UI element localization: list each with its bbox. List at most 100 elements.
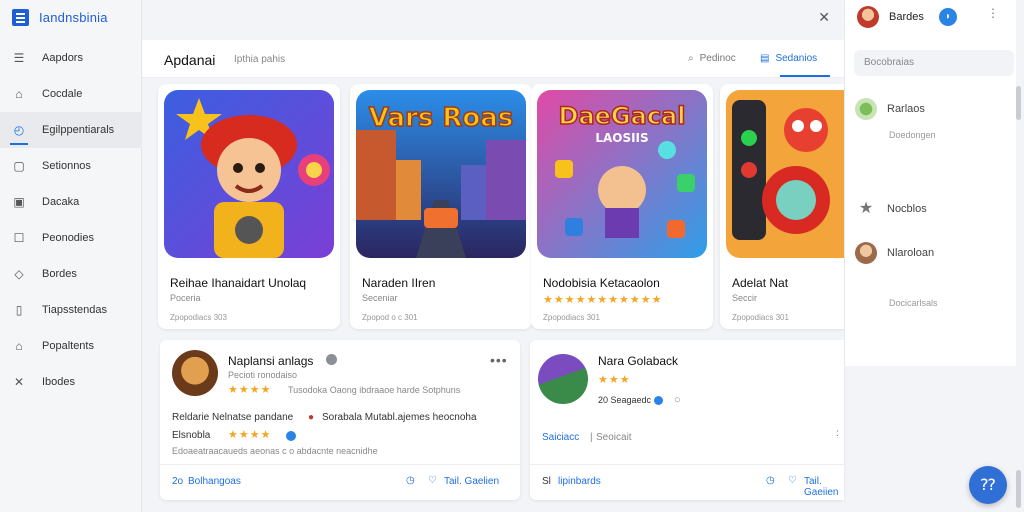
tag-link-1[interactable]: Saiciacc: [542, 432, 579, 443]
panel-search-input[interactable]: Bocobraias: [854, 50, 1014, 76]
sidebar-item-label: Setionnos: [42, 160, 91, 172]
sidebar-item-9[interactable]: ✕ Ibodes: [0, 364, 142, 400]
main-content: Reihae Ihanaidart Unolaq Poceria Zpopodi…: [142, 78, 844, 512]
menu-icon: ☰: [13, 51, 25, 65]
panel-item-label: Rarlaos: [887, 103, 925, 115]
more-options-icon[interactable]: ⋮: [987, 6, 1000, 20]
game-card-4[interactable]: Adelat Nat Seccir Zpopodiacs 301: [720, 84, 844, 329]
review-title: Nara Golaback: [598, 354, 679, 368]
divider: [160, 464, 520, 465]
more-options-icon[interactable]: •••: [490, 352, 508, 368]
game-category: Seccir: [732, 293, 758, 303]
file-icon: ▯: [15, 303, 23, 317]
heart-icon[interactable]: ♡: [788, 475, 797, 486]
game-card-3[interactable]: DaeGacal LAOSIIS Nodobisia Ketacaolon ★★…: [531, 84, 713, 329]
sidebar-item-3[interactable]: ▢ Setionnos: [0, 148, 142, 184]
calendar-icon: ▤: [760, 53, 770, 64]
game-title: Naraden IIren: [362, 276, 436, 290]
sidebar-item-0[interactable]: ☰ Aapdors: [0, 40, 142, 76]
app-logo-icon: [12, 9, 29, 26]
sidebar-item-8[interactable]: ⌂ Popaltents: [0, 328, 142, 364]
heart-icon[interactable]: ♡: [428, 475, 437, 486]
compass-icon: ◴: [13, 123, 25, 137]
user-avatar: [857, 6, 879, 28]
user-profile[interactable]: Bardes: [857, 6, 924, 28]
close-icon[interactable]: ✕: [818, 9, 830, 26]
app-window: Iandnsbinia ☰ Aapdors ⌂ Cocdale ◴ Egilpp…: [0, 0, 1024, 512]
sidebar: Iandnsbinia ☰ Aapdors ⌂ Cocdale ◴ Egilpp…: [0, 0, 142, 512]
review-rating-text: Tusodoka Oaong ibdraaoe harde Sotphuns: [288, 385, 461, 395]
brand[interactable]: Iandnsbinia: [12, 9, 108, 26]
more-options-icon[interactable]: :: [836, 428, 840, 439]
sidebar-item-label: Aapdors: [42, 52, 83, 64]
game-card-1[interactable]: Reihae Ihanaidart Unolaq Poceria Zpopodi…: [158, 84, 340, 329]
panel-item-1[interactable]: Rarlaos: [855, 98, 925, 120]
help-button[interactable]: ⁇: [969, 466, 1007, 504]
review-subtitle: Pecioti ronodaiso: [228, 370, 298, 380]
sidebar-item-6[interactable]: ◇ Bordes: [0, 256, 142, 292]
game-title: Nodobisia Ketacaolon: [543, 276, 660, 290]
sidebar-item-label: Bordes: [42, 268, 77, 280]
art-title-text: Vars Roas: [369, 103, 514, 133]
page-title: Apdanai: [164, 52, 216, 68]
sidebar-item-label: Popaltents: [42, 340, 94, 352]
game-avatar[interactable]: [538, 354, 588, 404]
sidebar-item-7[interactable]: ▯ Tiapsstendas: [0, 292, 142, 328]
scrollbar-thumb-bottom[interactable]: [1016, 470, 1021, 508]
action-link[interactable]: Tail. Gaeiien: [804, 476, 844, 498]
review-count: Sl: [542, 476, 551, 487]
art-title-text: DaeGacal: [559, 102, 686, 130]
sidebar-item-label: Dacaka: [42, 196, 80, 208]
notification-icon[interactable]: ◗: [939, 8, 957, 26]
tag-link-2[interactable]: Seoicait: [596, 432, 632, 443]
sidebar-item-label: Cocdale: [42, 88, 83, 100]
sidebar-item-4[interactable]: ▣ Dacaka: [0, 184, 142, 220]
reviews-link[interactable]: Bolhangoas: [188, 476, 241, 487]
sidebar-item-label: Ibodes: [42, 376, 76, 388]
scrollbar-thumb[interactable]: [1016, 86, 1021, 120]
house-icon: ⌂: [15, 339, 23, 353]
game-title: Adelat Nat: [732, 276, 789, 290]
app-title: Iandnsbinia: [39, 10, 108, 25]
sidebar-item-5[interactable]: ☐ Peonodies: [0, 220, 142, 256]
sidebar-nav: ☰ Aapdors ⌂ Cocdale ◴ Egilppentiarals ▢ …: [0, 40, 142, 400]
cookie-icon: ●: [308, 412, 315, 423]
tag-icon: ◇: [14, 267, 24, 281]
game-category: Poceria: [170, 293, 201, 303]
search-button[interactable]: ⌕ Pedinoc: [688, 53, 736, 64]
game-art-4: [726, 90, 844, 258]
game-meta: Zpopodiacs 301: [543, 313, 600, 322]
clock-icon[interactable]: ◷: [766, 475, 775, 486]
reviews-link[interactable]: lipinbards: [558, 476, 601, 487]
tools-icon: ✕: [13, 375, 25, 389]
clock-icon[interactable]: ◷: [406, 475, 415, 486]
review-count: 2o: [172, 476, 184, 487]
game-card-2[interactable]: Vars Roas Naraden IIren Seceniar Zpopod …: [350, 84, 532, 329]
top-bar: ✕: [142, 0, 844, 40]
active-tab-indicator: [780, 75, 830, 77]
panel-item-label: Nlaroloan: [887, 247, 935, 259]
action-link[interactable]: Tail. Gaelien: [444, 476, 499, 487]
panel-item-2[interactable]: ★ Nocblos: [855, 198, 927, 220]
sidebar-item-2[interactable]: ◴ Egilppentiarals: [0, 112, 142, 148]
sidebar-item-label: Peonodies: [42, 232, 94, 244]
sidebar-item-1[interactable]: ⌂ Cocdale: [0, 76, 142, 112]
panel-item-3[interactable]: Nlaroloan: [855, 242, 934, 264]
game-avatar[interactable]: [172, 350, 218, 396]
panel-item-sub: Doedongen: [889, 130, 936, 140]
sidebar-item-label: Egilppentiarals: [42, 124, 115, 136]
game-rating-stars: ★★★★★★★★★★★: [543, 294, 663, 306]
tab-label: Sedanios: [775, 53, 818, 64]
sidebar-item-label: Tiapsstendas: [42, 304, 108, 316]
image-icon: ▣: [13, 195, 25, 209]
verified-icon: [326, 354, 337, 365]
info-icon: [286, 431, 296, 441]
user-name: Bardes: [889, 11, 924, 23]
section-header: Apdanai Ipthia pahis ⌕ Pedinoc ▤ Sedanio…: [142, 40, 844, 78]
review-stars: ★★★: [598, 374, 631, 386]
game-art-1: [164, 90, 334, 258]
review-body-stars: ★★★★: [228, 429, 272, 441]
panel-item-label: Nocblos: [887, 203, 927, 215]
item-avatar: [855, 98, 877, 120]
tab-sort[interactable]: ▤ Sedanios: [760, 53, 817, 64]
